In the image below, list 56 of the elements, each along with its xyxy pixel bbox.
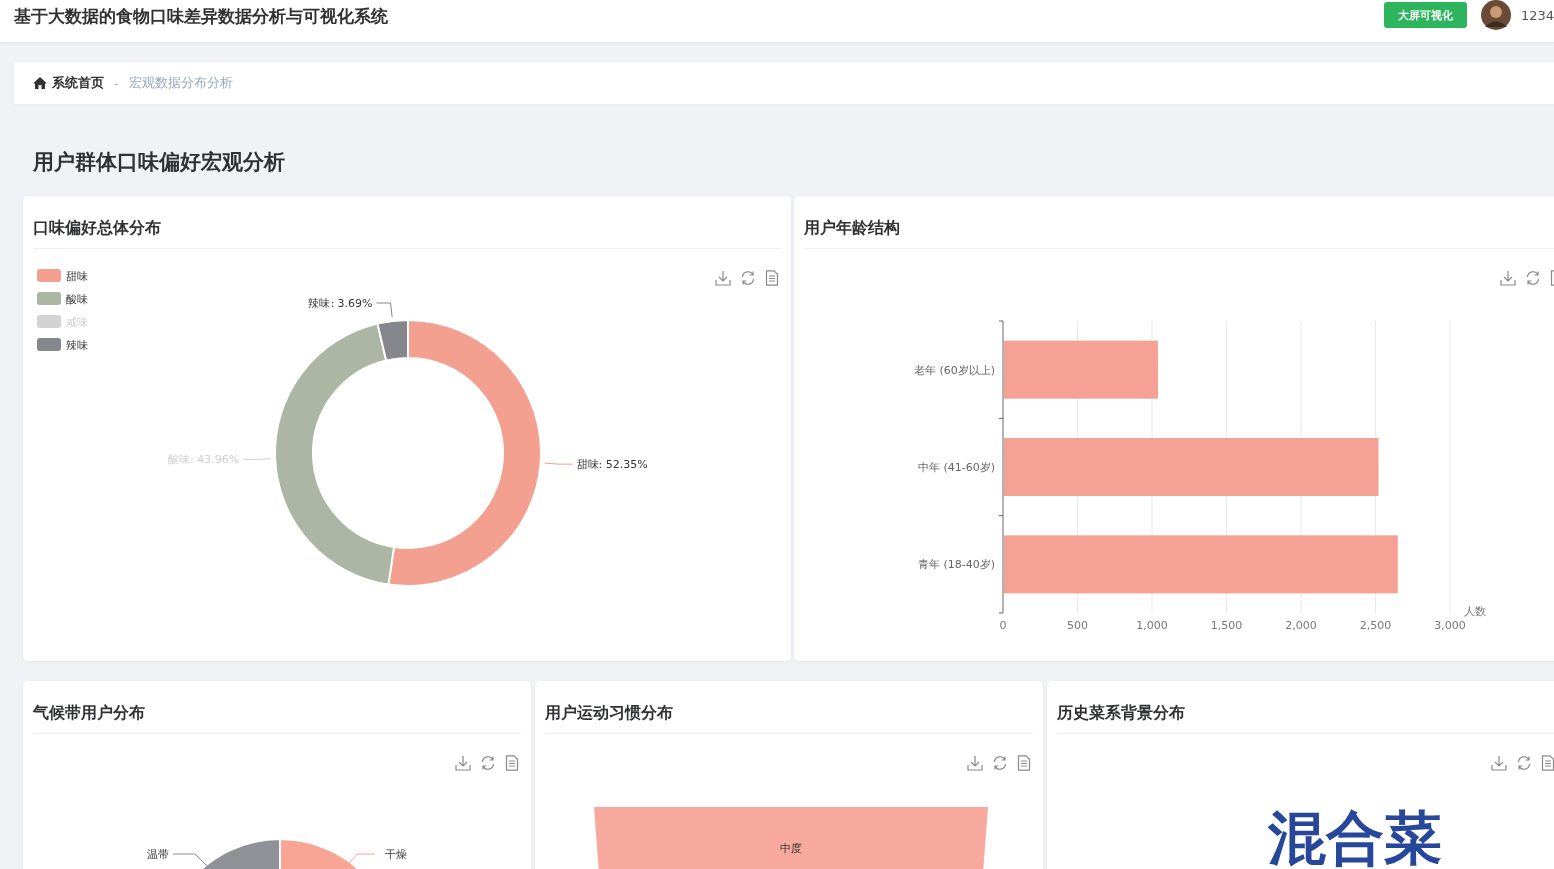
card-title: 气候带用户分布 bbox=[33, 681, 521, 734]
refresh-icon[interactable] bbox=[1525, 270, 1541, 286]
leader-line bbox=[544, 462, 574, 465]
document-icon[interactable] bbox=[765, 270, 779, 286]
axis-tick-label: 2,000 bbox=[1285, 619, 1317, 632]
axis-tick-label: 3,000 bbox=[1434, 619, 1466, 632]
download-icon[interactable] bbox=[455, 755, 471, 771]
legend-swatch[interactable] bbox=[37, 338, 61, 351]
document-icon[interactable] bbox=[1017, 755, 1031, 771]
download-icon[interactable] bbox=[967, 755, 983, 771]
legend-swatch[interactable] bbox=[37, 315, 61, 328]
home-icon bbox=[33, 77, 47, 89]
slice-label: 温带 bbox=[147, 848, 169, 861]
category-label: 老年 (60岁以上) bbox=[913, 363, 995, 377]
card-title: 用户运动习惯分布 bbox=[545, 681, 1033, 734]
category-label: 青年 (18-40岁) bbox=[917, 558, 995, 572]
breadcrumb-separator: - bbox=[114, 75, 119, 91]
refresh-icon[interactable] bbox=[480, 755, 496, 771]
axis-tick-label: 1,500 bbox=[1210, 619, 1243, 632]
refresh-icon[interactable] bbox=[1516, 755, 1532, 771]
axis-tick-label: 1,000 bbox=[1136, 619, 1168, 632]
page-title: 用户群体口味偏好宏观分析 bbox=[32, 149, 286, 176]
category-label: 中年 (41-60岁) bbox=[917, 461, 995, 474]
download-icon[interactable] bbox=[1500, 270, 1516, 286]
donut-slice[interactable] bbox=[387, 319, 542, 587]
document-icon[interactable] bbox=[505, 755, 519, 771]
leader-line bbox=[376, 302, 393, 318]
legend-swatch[interactable] bbox=[37, 269, 61, 282]
axis-tick-label: 500 bbox=[1067, 619, 1088, 632]
card-title: 历史菜系背景分布 bbox=[1057, 681, 1554, 734]
axis-tick-label: 0 bbox=[999, 619, 1007, 632]
document-icon[interactable] bbox=[1541, 755, 1554, 771]
slice-label: 辣味: 3.69% bbox=[308, 297, 373, 310]
slice-label: 甜味: 52.35% bbox=[576, 458, 648, 472]
refresh-icon[interactable] bbox=[740, 270, 756, 286]
axis-tick-label: 2,500 bbox=[1359, 619, 1392, 632]
download-icon[interactable] bbox=[1491, 755, 1507, 771]
word-cloud-word: 混合菜 bbox=[1268, 804, 1442, 869]
slice-label: 干燥 bbox=[385, 848, 407, 861]
refresh-icon[interactable] bbox=[992, 755, 1008, 771]
card-title: 用户年龄结构 bbox=[804, 196, 1554, 249]
user-name[interactable]: 1234 bbox=[1520, 7, 1554, 23]
download-icon[interactable] bbox=[715, 270, 731, 286]
legend-label[interactable]: 辣味 bbox=[66, 339, 88, 352]
axis-title: 人数 bbox=[1464, 605, 1486, 618]
breadcrumb-current: 宏观数据分布分析 bbox=[128, 74, 233, 92]
donut-slice[interactable] bbox=[274, 322, 395, 586]
funnel-label: 中度 bbox=[780, 842, 802, 855]
legend-label[interactable]: 酸味 bbox=[66, 293, 88, 306]
leader-line bbox=[242, 458, 272, 460]
breadcrumb-link[interactable]: 系统首页 bbox=[33, 74, 104, 92]
avatar-icon[interactable] bbox=[1480, 0, 1511, 30]
legend-swatch[interactable] bbox=[37, 292, 61, 305]
app-title: 基于大数据的食物口味差异数据分析与可视化系统 bbox=[13, 5, 388, 28]
card-title: 口味偏好总体分布 bbox=[33, 196, 781, 249]
legend-label[interactable]: 甜味 bbox=[66, 270, 88, 283]
